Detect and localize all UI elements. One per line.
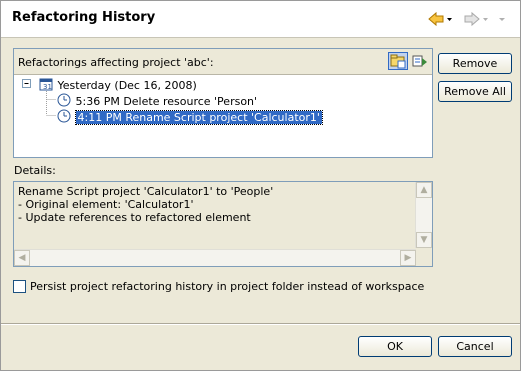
forward-button	[463, 11, 489, 27]
horizontal-scrollbar[interactable]: ◀ ▶	[14, 249, 416, 266]
folder-date-icon	[390, 54, 406, 69]
scroll-left-icon[interactable]: ◀	[14, 250, 30, 266]
forward-arrow-icon	[464, 11, 488, 27]
scroll-up-icon[interactable]: ▲	[416, 182, 432, 198]
persist-label[interactable]: Persist project refactoring history in p…	[30, 280, 424, 293]
view-menu-button	[498, 11, 508, 27]
remove-button[interactable]: Remove	[438, 53, 512, 74]
chevron-down-icon	[499, 18, 505, 21]
history-item-label: 4:11 PM Rename Script project 'Calculato…	[74, 110, 323, 125]
details-line: Rename Script project 'Calculator1' to '…	[18, 185, 274, 198]
group-by-project-button[interactable]	[410, 52, 430, 70]
refactorings-label: Refactorings affecting project 'abc':	[18, 56, 214, 69]
ok-button[interactable]: OK	[358, 336, 432, 357]
scroll-down-icon[interactable]: ▼	[416, 232, 432, 248]
clock-icon	[57, 93, 71, 107]
clock-icon	[57, 109, 71, 123]
vertical-scrollbar[interactable]: ▲ ▼	[415, 182, 432, 248]
scroll-corner	[416, 250, 432, 266]
details-line: - Update references to refactored elemen…	[18, 211, 251, 224]
svg-text:31: 31	[43, 83, 52, 91]
list-item[interactable]: 5:36 PM Delete resource 'Person'	[56, 92, 257, 108]
refactoring-history-dialog: Refactoring History Refactorings affecti…	[0, 0, 521, 371]
dialog-header: Refactoring History	[1, 1, 520, 38]
calendar-icon: 31	[39, 78, 53, 91]
remove-all-button[interactable]: Remove All	[438, 81, 512, 102]
back-arrow-icon	[428, 11, 452, 27]
cancel-button[interactable]: Cancel	[438, 336, 512, 357]
details-text-area[interactable]: Rename Script project 'Calculator1' to '…	[13, 181, 433, 267]
history-item-label: 5:36 PM Delete resource 'Person'	[75, 95, 258, 108]
list-item[interactable]: 4:11 PM Rename Script project 'Calculato…	[56, 108, 323, 125]
refactorings-panel: Refactorings affecting project 'abc': 31…	[13, 48, 433, 158]
group-label: Yesterday (Dec 16, 2008)	[57, 79, 197, 92]
dialog-title: Refactoring History	[12, 10, 156, 25]
persist-checkbox[interactable]	[13, 280, 26, 293]
refactoring-history-icon	[412, 55, 427, 67]
button-bar-divider	[1, 323, 520, 325]
details-label: Details:	[14, 164, 56, 177]
scroll-right-icon[interactable]: ▶	[400, 250, 416, 266]
panel-header: Refactorings affecting project 'abc':	[14, 49, 432, 75]
tree-group-yesterday[interactable]: 31 Yesterday (Dec 16, 2008)	[38, 76, 197, 92]
details-line: - Original element: 'Calculator1'	[18, 198, 194, 211]
history-tree: 31 Yesterday (Dec 16, 2008) 5:36 PM Dele…	[14, 75, 432, 155]
group-by-date-button[interactable]	[388, 52, 408, 70]
back-button[interactable]	[427, 11, 453, 27]
